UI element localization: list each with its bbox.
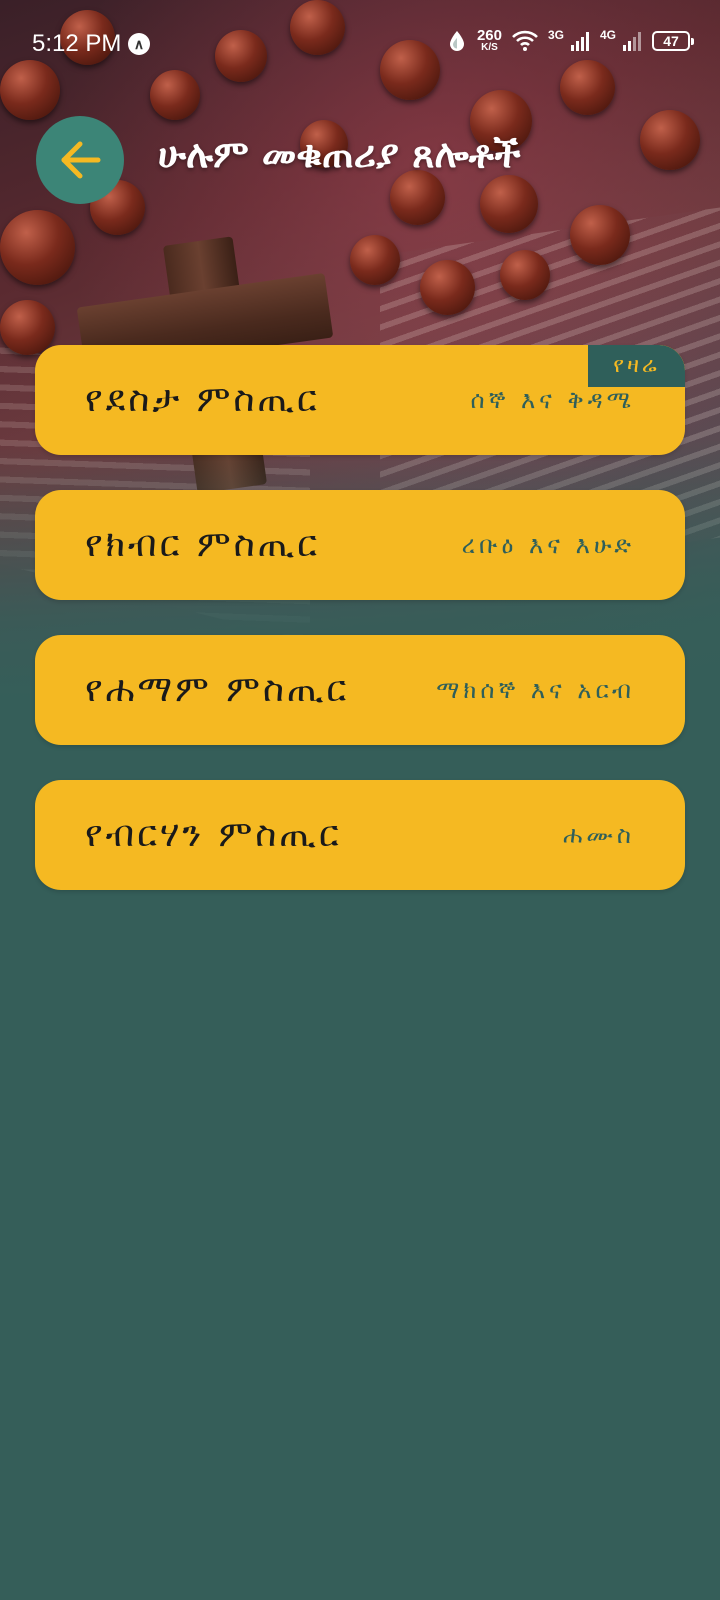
mystery-title: የደስታ ምስጢር [85, 379, 320, 420]
status-bar: 5:12 PM ∧ 260 K/S 3G 4G 47 [0, 0, 720, 90]
status-icons: 260 K/S 3G 4G 47 [447, 27, 694, 53]
page-title: ሁሉም መቁጠሪያ ጸሎቶች [158, 132, 521, 176]
signal-4g-icon [622, 31, 642, 51]
mystery-card-joyful[interactable]: የደስታ ምስጢር ሰኞ እና ቅዳሜ የዛሬ [35, 345, 685, 455]
bead-decoration [500, 250, 550, 300]
mystery-days: ሰኞ እና ቅዳሜ [470, 386, 635, 414]
network-speed-value: 260 [476, 27, 502, 44]
network-4g-label: 4G [599, 27, 616, 42]
mystery-card-sorrowful[interactable]: የሐማም ምስጢር ማክሰኞ እና አርብ [35, 635, 685, 745]
bead-decoration [640, 110, 700, 170]
network-speed: 260 K/S [477, 28, 502, 53]
battery-level: 47 [663, 32, 679, 49]
mystery-title: የብርሃን ምስጢር [85, 814, 342, 855]
screen: 5:12 PM ∧ 260 K/S 3G 4G 47 ሁሉም መቁጠሪያ ጸሎቶ… [0, 0, 720, 1600]
mystery-list: የደስታ ምስጢር ሰኞ እና ቅዳሜ የዛሬ የክብር ምስጢር ረቡዕ እና… [35, 345, 685, 925]
mystery-days: ማክሰኞ እና አርብ [436, 676, 635, 704]
network-3g-label: 3G [547, 27, 564, 42]
bead-decoration [390, 170, 445, 225]
bead-decoration [350, 235, 400, 285]
wifi-icon [512, 30, 538, 52]
mystery-days: ሐሙስ [563, 821, 635, 849]
arrow-left-icon [61, 141, 101, 179]
data-saver-icon [447, 29, 467, 53]
bead-decoration [0, 210, 75, 285]
back-button[interactable] [36, 116, 124, 204]
mystery-title: የሐማም ምስጢር [85, 669, 350, 710]
mystery-card-glorious[interactable]: የክብር ምስጢር ረቡዕ እና እሁድ [35, 490, 685, 600]
app-notification-icon: ∧ [128, 33, 150, 55]
bead-decoration [420, 260, 475, 315]
network-speed-unit: K/S [481, 42, 498, 53]
mystery-title: የክብር ምስጢር [85, 524, 321, 565]
bead-decoration [480, 175, 538, 233]
mystery-days: ረቡዕ እና እሁድ [461, 531, 635, 559]
signal-3g-icon [570, 31, 590, 51]
battery-icon: 47 [652, 30, 694, 51]
bead-decoration [570, 205, 630, 265]
today-badge: የዛሬ [588, 345, 685, 387]
status-time: 5:12 PM [32, 30, 122, 57]
mystery-card-luminous[interactable]: የብርሃን ምስጢር ሐሙስ [35, 780, 685, 890]
